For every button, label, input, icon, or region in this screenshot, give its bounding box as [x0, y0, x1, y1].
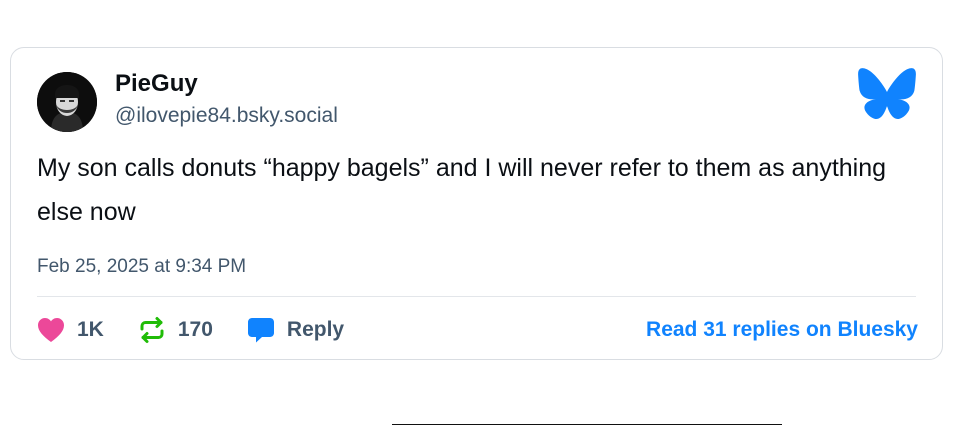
post-actions-bar: 1K 170 Reply Read 31 replies on Bluesky — [37, 312, 918, 348]
bluesky-butterfly-icon[interactable] — [858, 68, 916, 120]
post-embed-card[interactable]: PieGuy @ilovepie84.bsky.social My son ca… — [10, 47, 943, 360]
page-underline — [392, 424, 782, 425]
like-button[interactable]: 1K — [37, 317, 104, 343]
reply-button[interactable]: Reply — [247, 316, 344, 344]
reply-label: Reply — [286, 318, 345, 341]
speech-bubble-icon — [247, 318, 274, 343]
author-handle[interactable]: @ilovepie84.bsky.social — [115, 104, 338, 128]
repost-count: 170 — [177, 318, 213, 341]
read-replies-link[interactable]: Read 31 replies on Bluesky — [646, 318, 918, 342]
avatar-image — [37, 72, 97, 132]
post-text: My son calls donuts “happy bagels” and I… — [37, 154, 887, 226]
heart-icon — [38, 318, 64, 342]
like-count: 1K — [77, 318, 104, 341]
divider — [37, 296, 916, 297]
author-display-name[interactable]: PieGuy — [115, 70, 198, 98]
repost-icon — [140, 317, 164, 343]
avatar[interactable] — [37, 72, 97, 132]
post-timestamp[interactable]: Feb 25, 2025 at 9:34 PM — [37, 256, 246, 278]
repost-button[interactable]: 170 — [138, 316, 213, 344]
